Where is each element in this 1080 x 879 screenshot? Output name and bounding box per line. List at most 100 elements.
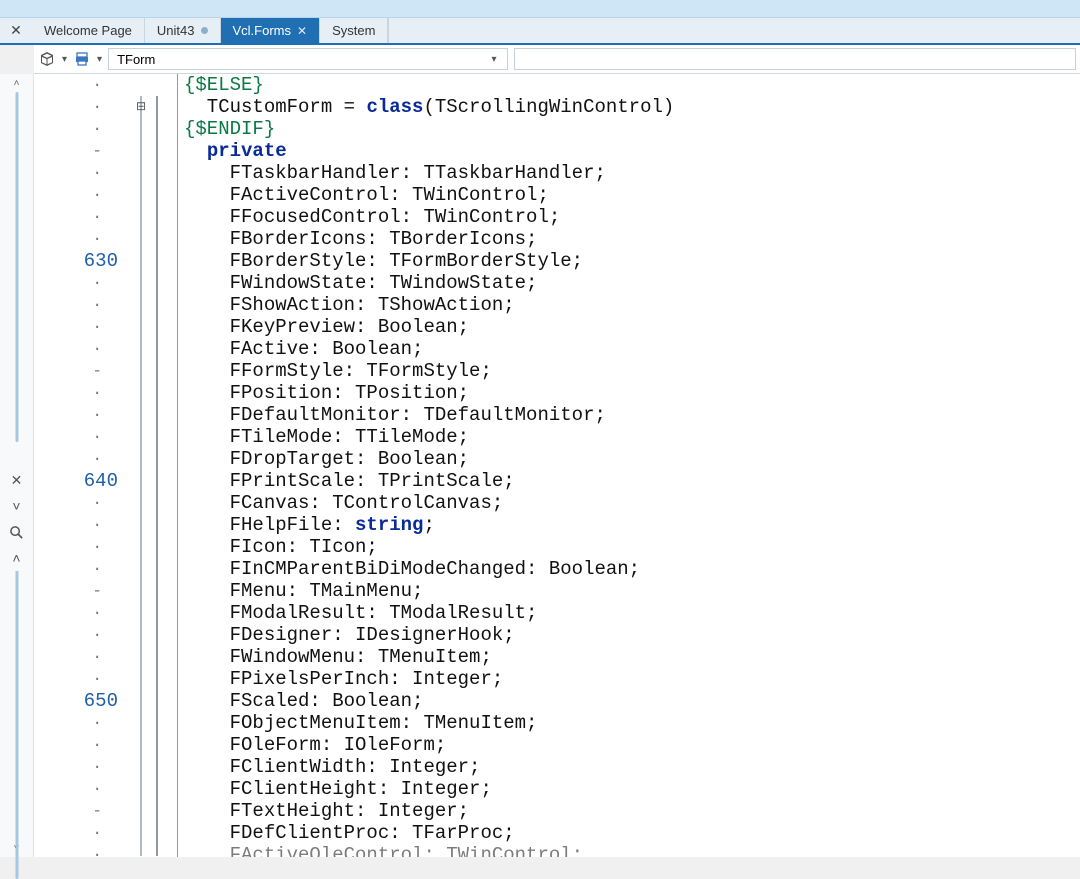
code-line: TCustomForm = class(TScrollingWinControl… — [184, 96, 674, 118]
code-line: {$ENDIF} — [184, 118, 275, 140]
class-navigator-row: ▾ ▾ TForm ▾ — [34, 45, 1080, 74]
code-line: FObjectMenuItem: TMenuItem; — [184, 712, 537, 734]
tab-separator — [388, 18, 389, 43]
tab-label: Unit43 — [157, 23, 195, 38]
chevron-down-icon: ▾ — [485, 54, 503, 65]
editor-tab-bar: ✕ Welcome Page Unit43 Vcl.Forms ✕ System — [0, 18, 1080, 45]
gutter-mark: · — [34, 404, 132, 426]
fold-toggle[interactable]: ⊟ — [134, 96, 148, 118]
gutter-mark: - — [34, 360, 132, 382]
tab-close-icon[interactable]: ✕ — [297, 24, 307, 38]
tab-unit43[interactable]: Unit43 — [145, 18, 221, 43]
gutter-mark: · — [34, 162, 132, 184]
code-line: FClientHeight: Integer; — [184, 778, 492, 800]
code-line: FScaled: Boolean; — [184, 690, 423, 712]
fold-guide-line — [140, 96, 142, 856]
code-line: {$ELSE} — [184, 74, 264, 96]
line-number: 630 — [34, 250, 132, 272]
editor-main: ˄ ˅ ✕ ˅ ˄ · {$ELSE} · ⊟ TCustomForm = cl… — [0, 74, 1080, 857]
gutter-mark: · — [34, 514, 132, 536]
code-line: FDesigner: IDesignerHook; — [184, 624, 515, 646]
close-all-tabs-button[interactable]: ✕ — [0, 18, 32, 43]
code-line: FDropTarget: Boolean; — [184, 448, 469, 470]
code-line: FTextHeight: Integer; — [184, 800, 469, 822]
tab-label: System — [332, 23, 375, 38]
code-line: FActive: Boolean; — [184, 338, 423, 360]
tab-welcome[interactable]: Welcome Page — [32, 18, 145, 43]
gutter-mark: · — [34, 536, 132, 558]
gutter-mark: · — [34, 96, 132, 118]
gutter-mark: · — [34, 272, 132, 294]
code-line: FTaskbarHandler: TTaskbarHandler; — [184, 162, 606, 184]
gutter-mark: · — [34, 228, 132, 250]
gutter-mark: · — [34, 844, 132, 857]
gutter-mark: · — [34, 558, 132, 580]
tab-vcl-forms[interactable]: Vcl.Forms ✕ — [221, 18, 321, 43]
minimap-bar[interactable] — [15, 92, 18, 442]
scroll-up-button[interactable]: ˄ — [0, 74, 33, 92]
code-line: FFocusedControl: TWinControl; — [184, 206, 560, 228]
gutter-mark: · — [34, 426, 132, 448]
expand-down-button[interactable]: ˅ — [3, 493, 31, 519]
tab-label: Welcome Page — [44, 23, 132, 38]
search-button[interactable] — [3, 519, 31, 545]
expand-up-button[interactable]: ˄ — [3, 545, 31, 571]
type-combo[interactable]: TForm ▾ — [108, 48, 508, 70]
gutter-mark: · — [34, 624, 132, 646]
gutter-mark: · — [34, 316, 132, 338]
code-line: FActiveOleControl: TWinControl; — [184, 844, 583, 857]
gutter-mark: · — [34, 294, 132, 316]
code-line: FWindowState: TWindowState; — [184, 272, 537, 294]
code-line: private — [184, 140, 287, 162]
gutter-mark: · — [34, 668, 132, 690]
code-line: FDefaultMonitor: TDefaultMonitor; — [184, 404, 606, 426]
chevron-down-icon[interactable]: ▾ — [97, 54, 102, 65]
minimap-bar-2[interactable] — [15, 559, 18, 879]
code-line: FCanvas: TControlCanvas; — [184, 492, 503, 514]
code-editor[interactable]: · {$ELSE} · ⊟ TCustomForm = class(TScrol… — [34, 74, 1080, 857]
gutter-mark: · — [34, 206, 132, 228]
gutter-mark: · — [34, 382, 132, 404]
gutter-mark: · — [34, 74, 132, 96]
type-combo-value: TForm — [117, 52, 155, 67]
gutter-mark: · — [34, 492, 132, 514]
gutter-mark: · — [34, 734, 132, 756]
code-line: FModalResult: TModalResult; — [184, 602, 537, 624]
gutter-mark: - — [34, 580, 132, 602]
code-line: FWindowMenu: TMenuItem; — [184, 646, 492, 668]
code-line: FFormStyle: TFormStyle; — [184, 360, 492, 382]
code-line: FActiveControl: TWinControl; — [184, 184, 549, 206]
gutter-mark: · — [34, 602, 132, 624]
line-number: 650 — [34, 690, 132, 712]
structure-gutter — [150, 74, 178, 857]
code-line: FPixelsPerInch: Integer; — [184, 668, 503, 690]
member-combo[interactable] — [514, 48, 1076, 70]
code-line: FBorderIcons: TBorderIcons; — [184, 228, 537, 250]
line-number: 640 — [34, 470, 132, 492]
code-line: FBorderStyle: TFormBorderStyle; — [184, 250, 583, 272]
code-line: FShowAction: TShowAction; — [184, 294, 515, 316]
gutter-mark: - — [34, 800, 132, 822]
code-line: FClientWidth: Integer; — [184, 756, 480, 778]
package-icon[interactable] — [38, 50, 56, 68]
code-line: FKeyPreview: Boolean; — [184, 316, 469, 338]
structure-guide-line — [156, 96, 158, 856]
code-line: FInCMParentBiDiModeChanged: Boolean; — [184, 558, 640, 580]
gutter-mark: · — [34, 778, 132, 800]
gutter-mark: · — [34, 822, 132, 844]
close-panel-button[interactable]: ✕ — [3, 467, 31, 493]
code-line: FTileMode: TTileMode; — [184, 426, 469, 448]
code-line: FDefClientProc: TFarProc; — [184, 822, 515, 844]
code-line: FIcon: TIcon; — [184, 536, 378, 558]
tab-system[interactable]: System — [320, 18, 388, 43]
title-strip — [0, 0, 1080, 18]
left-tool-column: ˄ ˅ ✕ ˅ ˄ — [0, 74, 34, 857]
code-line: FOleForm: IOleForm; — [184, 734, 446, 756]
gutter-mark: · — [34, 448, 132, 470]
chevron-down-icon[interactable]: ▾ — [62, 54, 67, 65]
tab-label: Vcl.Forms — [233, 23, 292, 38]
print-icon[interactable] — [73, 50, 91, 68]
gutter-mark: · — [34, 712, 132, 734]
gutter-mark: · — [34, 184, 132, 206]
code-line: FMenu: TMainMenu; — [184, 580, 423, 602]
